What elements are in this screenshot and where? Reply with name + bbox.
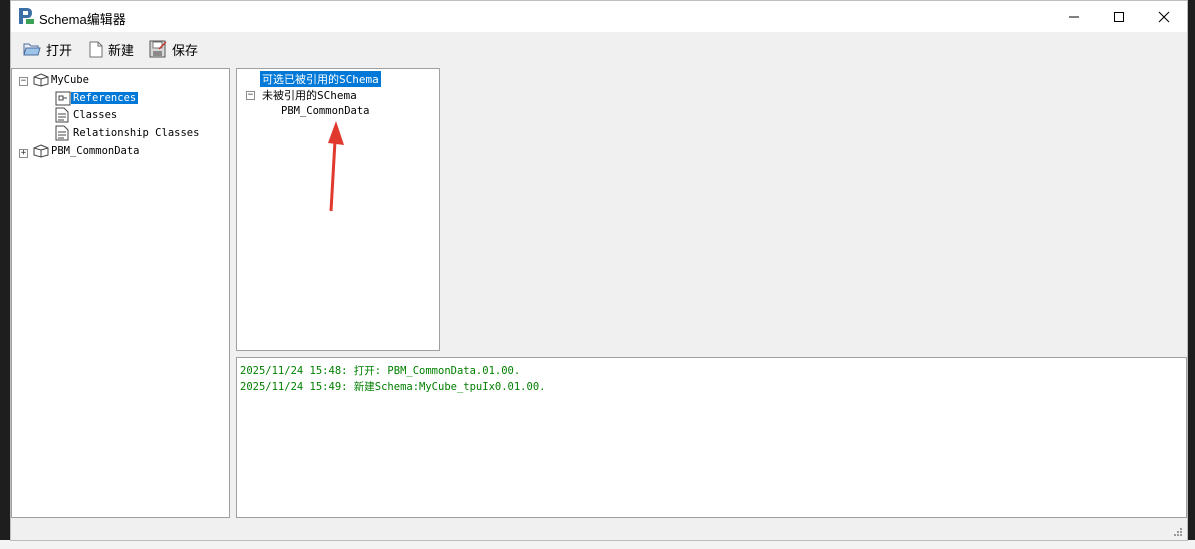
- tree-label-references: References: [71, 92, 139, 104]
- tree-node-referenced-schema[interactable]: 可选已被引用的SChema: [260, 71, 381, 87]
- log-line: 2025/11/24 15:49: 新建Schema:MyCube_tpuIx0…: [240, 381, 546, 393]
- background-taskbar-strip: [0, 540, 1195, 549]
- detail-area: [441, 68, 1187, 351]
- maximize-icon: [1114, 11, 1124, 22]
- tree-node-classes[interactable]: Classes: [55, 107, 117, 123]
- tree-label-pbm-commondata: PBM_CommonData: [51, 145, 140, 157]
- status-bar: [11, 520, 1187, 540]
- save-button[interactable]: 保存: [149, 37, 198, 61]
- app-icon: [17, 7, 35, 25]
- tree-node-references[interactable]: References: [55, 90, 139, 106]
- schema-editor-window: Schema编辑器 打开 新建 保存 − MyCube References C…: [10, 0, 1188, 541]
- tree-node-mycube[interactable]: MyCube: [33, 72, 89, 88]
- document-icon: [55, 125, 69, 141]
- tree-label-relationship-classes: Relationship Classes: [73, 127, 200, 139]
- unreferenced-item-label: PBM_CommonData: [281, 105, 370, 117]
- collapse-toggle-unreferenced[interactable]: −: [246, 91, 255, 100]
- referenced-schema-label: 可选已被引用的SChema: [260, 71, 381, 87]
- tree-node-pbm-commondata[interactable]: PBM_CommonData: [33, 143, 140, 159]
- minimize-icon: [1069, 16, 1079, 17]
- new-button-label: 新建: [108, 43, 135, 59]
- reference-tree-panel: 可选已被引用的SChema − 未被引用的SChema PBM_CommonDa…: [236, 68, 440, 351]
- new-file-icon: [89, 41, 103, 57]
- toolbar: 打开 新建 保存: [11, 32, 1187, 66]
- save-icon: [149, 40, 167, 58]
- collapse-toggle-mycube[interactable]: −: [19, 77, 28, 86]
- schema-tree-panel: − MyCube References Classes Relationship…: [11, 68, 230, 518]
- open-button[interactable]: 打开: [23, 37, 72, 61]
- title-bar: Schema编辑器: [11, 1, 1187, 32]
- tree-label-classes: Classes: [73, 109, 118, 121]
- tree-label-mycube: MyCube: [51, 74, 89, 86]
- window-title: Schema编辑器: [39, 12, 126, 27]
- tree-node-pbm-commondata-unreferenced[interactable]: PBM_CommonData: [281, 103, 370, 119]
- close-icon: [1158, 11, 1170, 22]
- log-panel: 2025/11/24 15:48: 打开: PBM_CommonData.01.…: [236, 357, 1187, 518]
- cube-icon: [33, 144, 49, 158]
- reference-icon: [55, 91, 71, 105]
- tree-node-unreferenced-schema[interactable]: 未被引用的SChema: [262, 87, 357, 103]
- save-button-label: 保存: [172, 43, 199, 59]
- document-icon: [55, 107, 69, 123]
- tree-node-relationship-classes[interactable]: Relationship Classes: [55, 125, 199, 141]
- open-button-label: 打开: [46, 43, 73, 59]
- cube-icon: [33, 73, 49, 87]
- resize-grip-icon[interactable]: [1173, 527, 1183, 537]
- log-line: 2025/11/24 15:48: 打开: PBM_CommonData.01.…: [240, 365, 521, 377]
- maximize-button[interactable]: [1096, 1, 1142, 32]
- open-folder-icon: [23, 43, 41, 56]
- new-button[interactable]: 新建: [89, 37, 134, 61]
- unreferenced-schema-label: 未被引用的SChema: [262, 89, 357, 102]
- minimize-button[interactable]: [1051, 1, 1097, 32]
- close-button[interactable]: [1141, 1, 1187, 32]
- annotation-arrow: [328, 121, 344, 212]
- background-editor-strip: [0, 0, 10, 549]
- expand-toggle-pbm-commondata[interactable]: +: [19, 149, 28, 158]
